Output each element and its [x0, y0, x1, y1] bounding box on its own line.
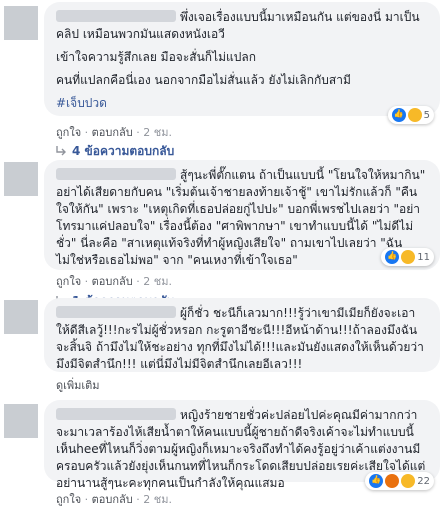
sad-reaction-icon [401, 474, 416, 488]
comment-bubble: ผู้ก็ชั่ว ชะนีก็เลวมาก!!!รู้ว่าเขามีเมีย… [44, 298, 440, 372]
timestamp[interactable]: 2 ชม. [143, 275, 172, 288]
reaction-count: 11 [417, 251, 430, 263]
sad-reaction-icon [407, 108, 422, 122]
replies-label[interactable]: 4 ข้อความตอบกลับ [72, 144, 174, 158]
like-reaction-icon [391, 108, 406, 122]
view-replies-link[interactable]: 4 ข้อความตอบกลับ [56, 142, 174, 161]
comment-actions: ดูเพิ่มเติม [56, 376, 100, 394]
timestamp[interactable]: 2 ชม. [143, 493, 172, 506]
haha-reaction-icon [401, 250, 416, 264]
reply-button[interactable]: ตอบกลับ [92, 126, 133, 139]
reaction-count: 5 [423, 109, 430, 121]
avatar[interactable] [4, 162, 38, 196]
avatar[interactable] [4, 6, 38, 40]
comment-paragraph: คนที่แปลกคือนี่เอง นอกจากมือไม่สั่นแล้ว … [56, 73, 351, 87]
reaction-summary[interactable]: 5 [387, 106, 434, 124]
like-reaction-icon [385, 250, 400, 264]
author-name-redacted[interactable] [56, 408, 176, 420]
see-more-link[interactable]: ดูเพิ่มเติม [56, 379, 100, 392]
like-button[interactable]: ถูกใจ [56, 126, 81, 139]
comment-actions: ถูกใจ · ตอบกลับ · 2 ชม. [56, 275, 172, 288]
like-button[interactable]: ถูกใจ [56, 493, 81, 506]
comment-text: สู้ๆนะพี่ตั๊กแตน ถ้าเป็นแบบนี้ "โยนใจให้… [56, 168, 430, 267]
like-reaction-icon [369, 474, 384, 488]
reply-arrow-icon [56, 146, 66, 156]
author-name-redacted[interactable] [56, 168, 176, 180]
reply-button[interactable]: ตอบกลับ [92, 275, 133, 288]
reaction-summary[interactable]: 11 [381, 248, 434, 266]
reaction-summary[interactable]: 22 [365, 472, 434, 490]
author-name-redacted[interactable] [56, 10, 176, 22]
reply-button[interactable]: ตอบกลับ [92, 493, 133, 506]
reaction-count: 22 [417, 475, 430, 487]
comment-actions: ถูกใจ · ตอบกลับ · 2 ชม. [56, 493, 172, 506]
comment-bubble: หญิงร้ายชายชั่วค่ะปล่อยไปค่ะคุณมีค่ามากก… [44, 400, 440, 490]
like-button[interactable]: ถูกใจ [56, 275, 81, 288]
timestamp[interactable]: 2 ชม. [143, 126, 172, 139]
avatar[interactable] [4, 404, 38, 438]
comment-bubble: พึ่งเจอเรื่องแบบนี้มาเหมือนกัน แต่ของนี่… [44, 2, 440, 116]
author-name-redacted[interactable] [56, 306, 176, 318]
avatar[interactable] [4, 300, 38, 334]
angry-reaction-icon [385, 474, 400, 488]
comment-paragraph: เข้าใจความรู้สึกเลย มือจะสั่นก็ไม่แปลก [56, 50, 256, 64]
comment-actions: ถูกใจ · ตอบกลับ · 2 ชม. [56, 126, 172, 139]
hashtag-link[interactable]: #เจ็บปวด [56, 95, 428, 112]
